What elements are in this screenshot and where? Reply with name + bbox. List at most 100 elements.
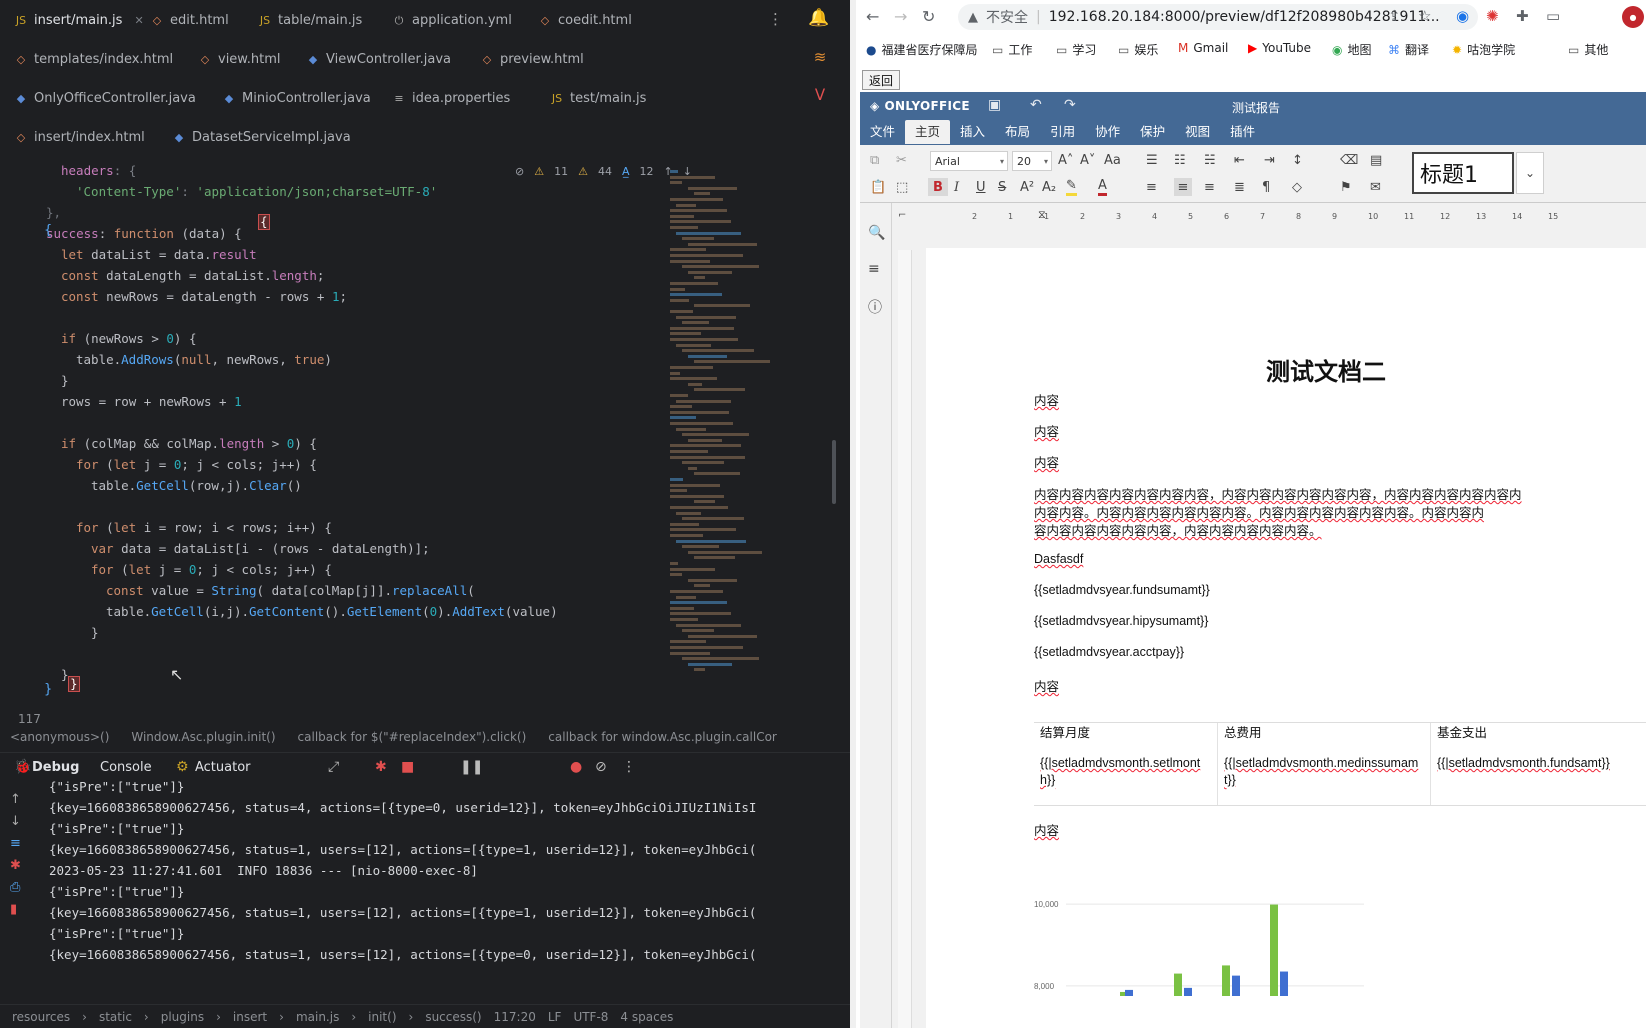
mute-breakpoints-icon[interactable]: ⊘ xyxy=(595,759,607,775)
justify-icon[interactable]: ≣ xyxy=(1234,178,1245,196)
align-center-icon[interactable]: ≡ xyxy=(1174,178,1192,196)
bookmark-item[interactable]: ⌘ 翻译 xyxy=(1388,41,1429,58)
tab-console[interactable]: Console xyxy=(100,760,152,775)
chart-bar[interactable] xyxy=(1125,989,1133,996)
editor-tab[interactable]: ◆ DatasetServiceImpl.java xyxy=(172,117,351,158)
bookmark-item[interactable]: ▭ 娱乐 xyxy=(1118,41,1158,58)
editor-tab[interactable]: ◇ preview.html xyxy=(480,39,584,80)
chart-bar[interactable] xyxy=(1232,975,1240,996)
font-name-select[interactable]: Arial ▾ xyxy=(930,151,1008,171)
bookmark-item[interactable]: ▭ 工作 xyxy=(992,41,1032,58)
console-output[interactable]: ↑ ↓ ≡ ✱ ⎙ ▮ {"isPre":["true"]} {key=16608… xyxy=(0,779,850,1004)
vertical-ruler[interactable] xyxy=(898,250,912,1028)
print-icon[interactable]: ⎙ xyxy=(10,880,20,895)
menu-tab[interactable]: 保护 xyxy=(1130,120,1175,144)
italic-button[interactable]: I xyxy=(954,178,959,196)
bookmark-item[interactable]: ● 福建省医疗保障局 xyxy=(866,41,978,58)
scroll-down-icon[interactable]: ↓ xyxy=(10,814,21,829)
tab-actuator[interactable]: Actuator xyxy=(195,760,251,775)
profile-avatar[interactable]: ● xyxy=(1622,6,1644,28)
cut-icon[interactable]: ✂ xyxy=(896,151,907,169)
more-icon[interactable]: ⋮ xyxy=(622,759,636,775)
forward-arrow-icon[interactable]: → xyxy=(894,7,907,26)
editor-scrollbar[interactable] xyxy=(832,440,836,504)
subscript-button[interactable]: A₂ xyxy=(1042,178,1056,196)
editor-tab[interactable]: JS insert/main.js ✕ xyxy=(14,0,144,41)
embedded-chart[interactable]: 10,000 8,000 xyxy=(1034,896,1394,996)
color-scheme-icon[interactable]: ▤ xyxy=(1370,151,1382,169)
trash-icon[interactable]: ▮ xyxy=(10,902,17,917)
status-item[interactable]: 4 spaces xyxy=(620,1010,673,1024)
minimap[interactable] xyxy=(670,170,770,690)
bookmark-item[interactable]: ▭ 其他 xyxy=(1568,41,1608,58)
document-page[interactable]: 测试文档二 内容 内容 内容 内容内容内容内容内容内容内容，内容内容内容内容内容内容，… xyxy=(926,248,1646,1028)
editor-tab[interactable]: ◇ coedit.html xyxy=(538,0,632,41)
menu-tab[interactable]: 协作 xyxy=(1085,120,1130,144)
menu-tab[interactable]: 视图 xyxy=(1175,120,1220,144)
bookmark-item[interactable]: ▶ YouTube xyxy=(1248,41,1311,55)
numbering-icon[interactable]: ☷ xyxy=(1174,151,1186,169)
chart-bar[interactable] xyxy=(1222,965,1230,996)
editor-tab[interactable]: ◇ edit.html xyxy=(150,0,229,41)
align-right-icon[interactable]: ≡ xyxy=(1204,178,1215,196)
status-item[interactable]: init() xyxy=(368,1010,396,1024)
view-breakpoints-icon[interactable]: ● xyxy=(570,759,582,775)
status-item[interactable]: main.js xyxy=(296,1010,339,1024)
line-spacing-icon[interactable]: ↕ xyxy=(1292,151,1303,169)
stop-bug-icon[interactable]: ✱ xyxy=(375,759,387,775)
back-arrow-icon[interactable]: ← xyxy=(866,7,879,26)
close-icon[interactable]: ✕ xyxy=(134,14,143,27)
info-icon[interactable]: ⓘ xyxy=(868,297,882,317)
save-icon[interactable]: ▣ xyxy=(988,97,1001,113)
menu-tab[interactable]: 插入 xyxy=(950,120,995,144)
increase-font-icon[interactable]: A˄ xyxy=(1058,151,1073,169)
shading-icon[interactable]: ◇ xyxy=(1292,178,1302,196)
status-item[interactable]: insert xyxy=(233,1010,267,1024)
paragraph-mark-icon[interactable]: ¶ xyxy=(1262,178,1270,196)
editor-tab[interactable]: ◇ view.html xyxy=(198,39,281,80)
fold-icon[interactable]: } xyxy=(44,682,52,697)
soft-wrap-icon[interactable]: ≡ xyxy=(10,836,21,851)
indent-marker-icon[interactable]: ⧖ xyxy=(1038,208,1046,222)
status-item[interactable]: UTF-8 xyxy=(573,1010,608,1024)
editor-tab[interactable]: ⏻ application.yml xyxy=(392,0,512,41)
breadcrumb-item[interactable]: Window.Asc.plugin.init() xyxy=(131,730,275,744)
editor-tab[interactable]: ◆ ViewController.java xyxy=(306,39,451,80)
sidebar-icon[interactable]: ▭ xyxy=(1546,7,1560,25)
decrease-indent-icon[interactable]: ⇤ xyxy=(1234,151,1245,169)
share-icon[interactable]: ⇪ xyxy=(1388,7,1401,25)
status-item[interactable]: 117:20 xyxy=(494,1010,536,1024)
copy-style-icon[interactable]: ⚑ xyxy=(1340,178,1352,196)
clear-icon[interactable]: ✱ xyxy=(10,858,21,873)
strikethrough-button[interactable]: S xyxy=(998,178,1006,196)
chart-bar[interactable] xyxy=(1184,987,1192,996)
highlight-color-icon[interactable]: ✎ xyxy=(1066,178,1077,196)
align-left-icon[interactable]: ≡ xyxy=(1146,178,1157,196)
bookmark-item[interactable]: ◉ 地图 xyxy=(1332,41,1372,58)
bookmark-star-icon[interactable]: ☆ xyxy=(1418,7,1431,25)
editor-tab[interactable]: ◆ MinioController.java xyxy=(222,78,371,119)
expand-icon[interactable]: ⤢ xyxy=(328,759,339,775)
scroll-up-icon[interactable]: ↑ xyxy=(10,792,21,807)
editor-tab[interactable]: ◇ templates/index.html xyxy=(14,39,173,80)
tab-debug[interactable]: Debug xyxy=(32,760,79,775)
fold-icon[interactable]: { xyxy=(44,223,52,238)
breadcrumb-item[interactable]: <anonymous>() xyxy=(10,730,109,744)
notification-bell-icon[interactable]: 🔔 xyxy=(808,8,829,28)
navigation-icon[interactable]: ≡ xyxy=(868,261,880,277)
increase-indent-icon[interactable]: ⇥ xyxy=(1264,151,1275,169)
editor-tab[interactable]: JS test/main.js xyxy=(550,78,646,119)
paste-icon[interactable]: 📋 xyxy=(870,178,886,196)
editor-tab[interactable]: ◇ insert/index.html xyxy=(14,117,145,158)
stop-icon[interactable]: ■ xyxy=(401,759,414,775)
multilevel-list-icon[interactable]: ☵ xyxy=(1204,151,1216,169)
editor-tab[interactable]: JS table/main.js xyxy=(258,0,362,41)
decrease-font-icon[interactable]: A˅ xyxy=(1080,151,1095,169)
breakpoint-brace[interactable]: } xyxy=(68,676,80,692)
document-table[interactable]: 结算月度 总费用 基金支出 {{|setladmdvsmonth.setlmon… xyxy=(1034,722,1646,806)
status-item[interactable]: resources xyxy=(12,1010,70,1024)
tab-stop-icon[interactable]: ⌐ xyxy=(898,210,906,221)
bullets-icon[interactable]: ☰ xyxy=(1146,151,1158,169)
pause-icon[interactable]: ❚❚ xyxy=(460,759,483,775)
menu-tab[interactable]: 布局 xyxy=(995,120,1040,144)
